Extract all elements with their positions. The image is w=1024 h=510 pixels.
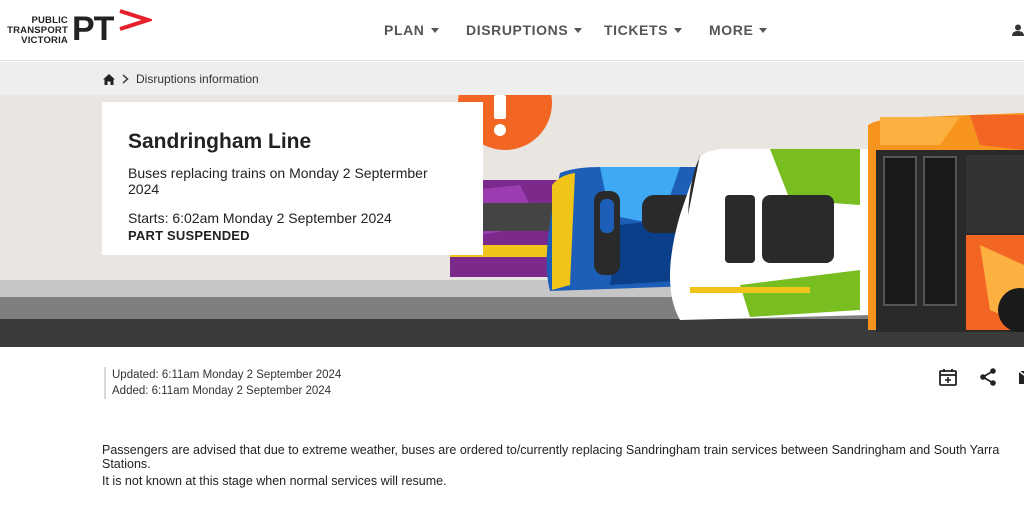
nav-disruptions-label: DISRUPTIONS bbox=[466, 22, 569, 38]
nav-tickets-label: TICKETS bbox=[604, 22, 669, 38]
chevron-down-icon bbox=[759, 27, 768, 33]
breadcrumb-bar: Disruptions information bbox=[0, 62, 1024, 95]
breadcrumb-current: Disruptions information bbox=[136, 72, 259, 86]
hero-banner: Sandringham Line Buses replacing trains … bbox=[0, 95, 1024, 347]
disruption-subtitle: Buses replacing trains on Monday 2 Septe… bbox=[128, 165, 428, 197]
status-badge: PART SUSPENDED bbox=[128, 228, 250, 243]
chevron-down-icon bbox=[674, 27, 683, 33]
action-toolbar bbox=[938, 367, 1024, 387]
disruption-card: Sandringham Line Buses replacing trains … bbox=[102, 102, 483, 255]
disruption-description: Passengers are advised that due to extre… bbox=[102, 443, 1000, 471]
user-icon[interactable] bbox=[1012, 24, 1024, 36]
nav-tickets[interactable]: TICKETS bbox=[604, 22, 683, 38]
added-time: Added: 6:11am Monday 2 September 2024 bbox=[112, 385, 332, 397]
calendar-add-icon[interactable] bbox=[938, 367, 958, 387]
disruption-meta: Updated: 6:11am Monday 2 September 2024 … bbox=[104, 367, 341, 399]
email-icon[interactable] bbox=[1018, 367, 1024, 387]
updated-time: Updated: 6:11am Monday 2 September 2024 bbox=[112, 369, 342, 381]
chevron-down-icon bbox=[430, 27, 439, 33]
nav-plan[interactable]: PLAN bbox=[384, 22, 439, 38]
nav-more-label: MORE bbox=[709, 22, 754, 38]
page-title: Sandringham Line bbox=[128, 130, 312, 153]
chevron-right-icon bbox=[122, 74, 129, 84]
home-icon[interactable] bbox=[103, 73, 115, 85]
disruption-start-time: Starts: 6:02am Monday 2 September 2024 bbox=[128, 210, 392, 226]
chevron-down-icon bbox=[574, 27, 583, 33]
main-nav: PLAN DISRUPTIONS TICKETS MORE bbox=[0, 22, 1024, 42]
site-header: PUBLIC TRANSPORT VICTORIA PT PLAN DISRUP… bbox=[0, 0, 1024, 61]
nav-plan-label: PLAN bbox=[384, 22, 425, 38]
breadcrumb: Disruptions information bbox=[103, 72, 259, 86]
share-icon[interactable] bbox=[978, 367, 998, 387]
nav-more[interactable]: MORE bbox=[709, 22, 768, 38]
nav-disruptions[interactable]: DISRUPTIONS bbox=[466, 22, 583, 38]
disruption-resume-note: It is not known at this stage when norma… bbox=[102, 474, 447, 488]
